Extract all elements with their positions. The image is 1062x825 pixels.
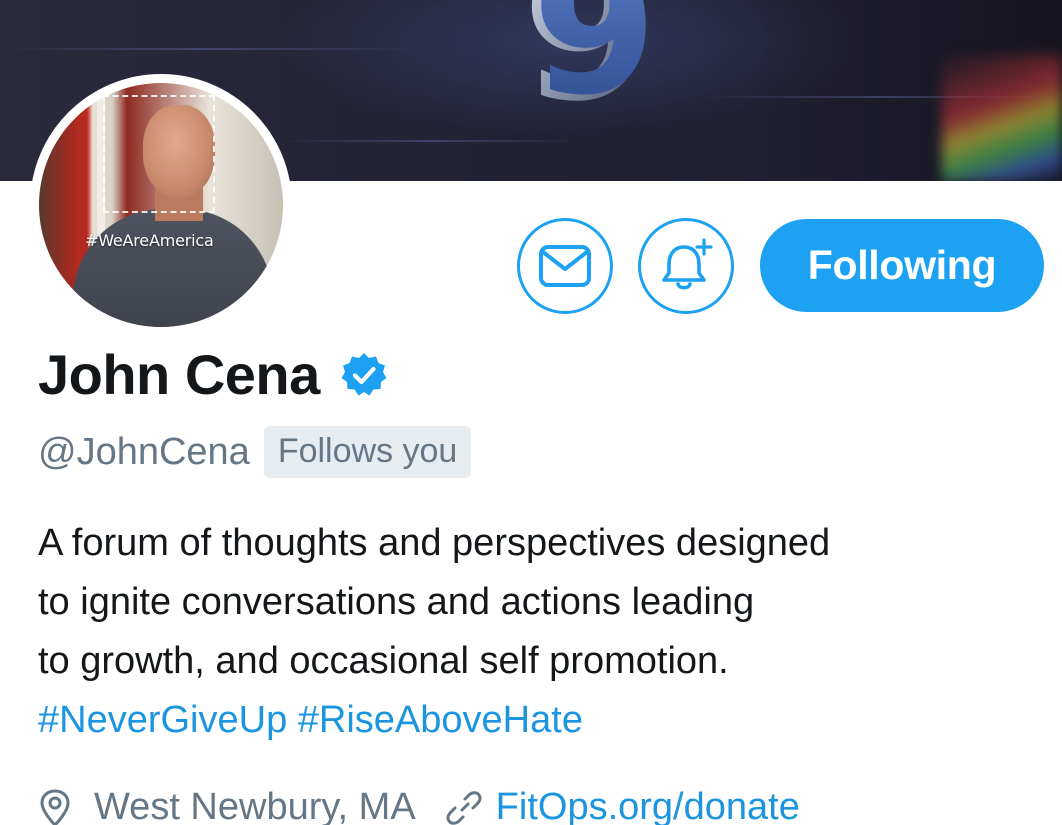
message-button[interactable] [517,218,613,314]
banner-light-streak [0,48,420,50]
banner-light-streak [280,140,580,142]
banner-art-digit: 9 9 [522,0,648,108]
profile-page: 9 9 #WeAreAmerica Following [0,0,1062,825]
display-name: John Cena [38,343,320,406]
banner-light-flare [942,55,1062,181]
username-handle: @JohnCena [38,431,250,473]
following-button[interactable]: Following [760,219,1044,312]
avatar-photo: #WeAreAmerica [39,83,283,327]
profile-avatar[interactable]: #WeAreAmerica [30,74,292,336]
envelope-icon [539,245,591,287]
bio-line: to growth, and occasional self promotion… [38,640,729,682]
svg-text:9: 9 [532,0,648,108]
location-pin-icon [40,788,70,825]
link-icon [446,790,482,825]
profile-handle-row: @JohnCena Follows you [38,424,472,480]
bio-line: to ignite conversations and actions lead… [38,581,755,623]
website-link[interactable]: FitOps.org/donate [496,786,800,825]
avatar-overlay-tag: #WeAreAmerica [85,231,214,250]
bio-hashtags: #NeverGiveUp #RiseAboveHate [38,691,1038,750]
avatar-dashed-frame [103,95,215,213]
bio-line: A forum of thoughts and perspectives des… [38,522,831,564]
hashtag-link[interactable]: #RiseAboveHate [298,699,583,741]
notifications-button[interactable] [638,218,734,314]
follows-you-badge: Follows you [263,426,472,478]
bell-plus-icon [662,238,713,290]
verified-badge-icon [341,353,387,396]
profile-name-row: John Cena [38,340,388,410]
hashtag-link[interactable]: #NeverGiveUp [38,699,287,741]
location-text: West Newbury, MA [94,786,416,825]
profile-meta-row: West Newbury, MA FitOps.org/donate [38,786,800,825]
profile-bio: A forum of thoughts and perspectives des… [38,514,1038,750]
